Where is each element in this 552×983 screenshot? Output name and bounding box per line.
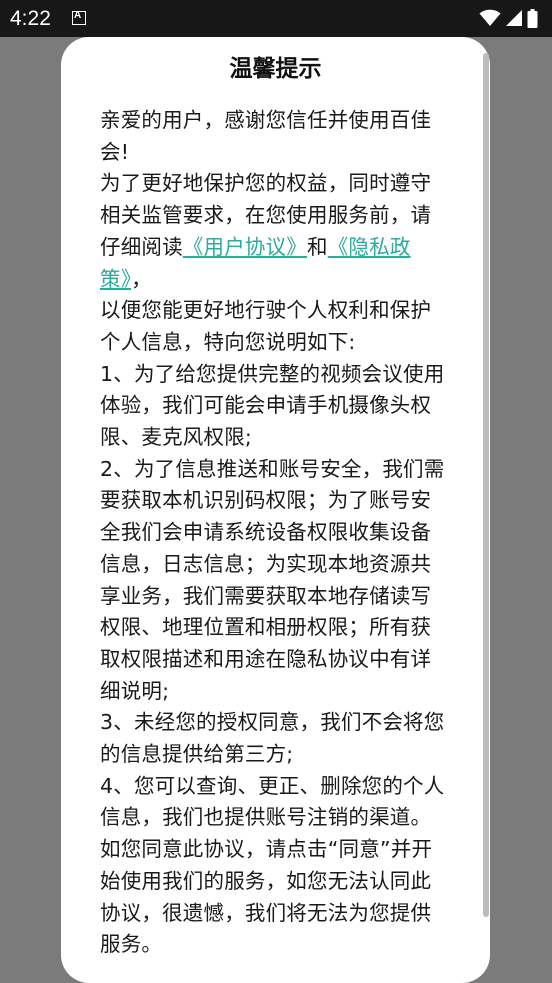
wifi-icon	[479, 9, 501, 27]
status-bar: 4:22	[0, 0, 552, 37]
item-2-paragraph: 2、为了信息推送和账号安全，我们需要获取本机识别码权限；为了账号安全我们会申请系…	[100, 456, 445, 703]
notification-a-icon	[72, 10, 86, 25]
privacy-dialog: 温馨提示 亲爱的用户，感谢您信任并使用百佳会! 为了更好地保护您的权益，同时遵守…	[61, 37, 490, 983]
battery-icon	[527, 8, 538, 28]
user-agreement-link[interactable]: 《用户协议》	[183, 235, 307, 259]
item-3-paragraph: 3、未经您的授权同意，我们不会将您的信息提供给第三方;	[100, 710, 445, 767]
dialog-scrollbar[interactable]	[483, 53, 489, 917]
agreement-paragraph: 为了更好地保护您的权益，同时遵守相关监管要求，在您使用服务前，请仔细阅读《用户协…	[100, 168, 446, 295]
item-1-paragraph: 1、为了给您提供完整的视频会议使用体验，我们可能会申请手机摄像头权限、麦克风权限…	[100, 361, 445, 450]
status-time: 4:22	[10, 7, 51, 30]
greeting-paragraph: 亲爱的用户，感谢您信任并使用百佳会!	[100, 108, 432, 164]
purpose-paragraph: 以便您能更好地行驶个人权利和保护个人信息，特向您说明如下:	[100, 298, 432, 354]
dialog-body[interactable]: 亲爱的用户，感谢您信任并使用百佳会! 为了更好地保护您的权益，同时遵守相关监管要…	[100, 105, 446, 961]
signal-icon	[506, 10, 522, 26]
and-text: 和	[307, 234, 328, 259]
dialog-title: 温馨提示	[229, 56, 322, 82]
agreement-suffix: ，	[131, 266, 152, 291]
item-4-paragraph: 4、您可以查询、更正、删除您的个人信息，我们也提供账号注销的渠道。	[100, 773, 445, 830]
status-indicators	[479, 8, 538, 28]
consent-paragraph: 如您同意此协议，请点击“同意”并开始使用我们的服务，如您无法认同此协议，很遗憾，…	[100, 837, 433, 957]
